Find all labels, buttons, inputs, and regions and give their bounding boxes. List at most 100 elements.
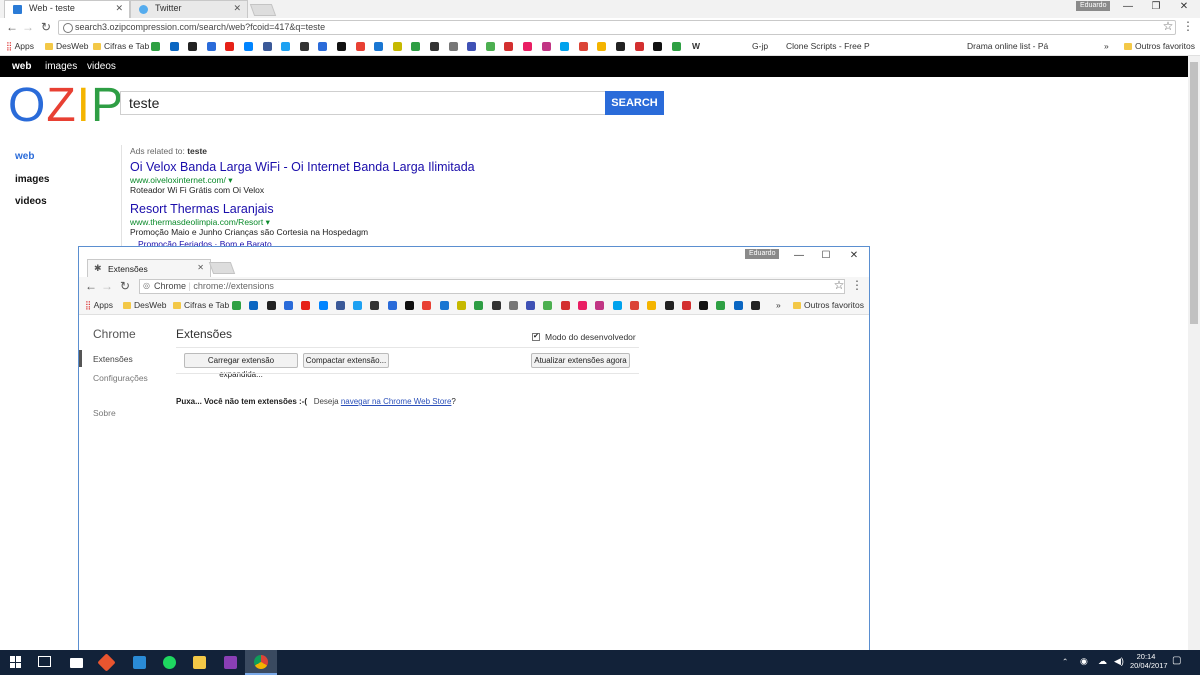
bookmark-star-icon[interactable]: ☆ [1160,19,1176,33]
profile-badge[interactable]: Eduardo [1076,1,1111,11]
load-unpacked-button[interactable]: Carregar extensão expandida... [184,353,298,379]
bookmark-favicon-icon[interactable] [225,42,235,51]
back-icon[interactable]: ← [83,279,99,293]
bookmark-favicon-icon[interactable] [508,301,518,310]
close-window-button[interactable]: ✕ [1170,1,1198,12]
bookmark-favicon-icon[interactable] [629,301,639,310]
bookmark-favicon-icon[interactable] [439,301,449,310]
bookmark-favicon-icon[interactable] [281,42,291,51]
bookmark-favicon-icon[interactable] [370,301,380,310]
bookmark-favicon-icon[interactable] [560,42,570,51]
notifications-icon[interactable]: ▢ [1172,655,1181,666]
new-tab-button[interactable] [249,4,277,16]
bookmark-favicon-icon[interactable] [392,42,402,51]
bookmark-favicon-icon[interactable] [716,301,726,310]
visual-studio-code-icon[interactable] [133,656,146,669]
chrome-menu-icon[interactable]: ⋮ [1180,19,1196,33]
info-icon[interactable] [63,23,73,33]
topnav-web[interactable]: web [12,61,31,72]
chrome-taskbar-button[interactable] [245,650,277,675]
forward-icon[interactable]: → [99,279,115,293]
close-window-button[interactable]: ✕ [840,250,868,261]
bookmark-favicon-icon[interactable] [474,301,484,310]
spotify-icon[interactable] [163,656,176,669]
page-scrollbar[interactable] [1188,56,1200,650]
network-icon[interactable]: ◉ [1080,656,1088,667]
reload-icon[interactable]: ↻ [117,279,133,293]
back-icon[interactable]: ← [4,20,20,34]
search-button[interactable]: SEARCH [605,91,664,115]
bookmark-apps[interactable]: ⣿ Apps [85,300,113,311]
bookmark-favicon-icon[interactable] [671,42,681,51]
bookmark-favicon-icon[interactable] [664,301,674,310]
sidebar-item-sobre[interactable]: Sobre [93,408,116,418]
bookmark-favicon-icon[interactable] [353,301,363,310]
profile-badge[interactable]: Eduardo [745,249,780,259]
bookmark-favicon-icon[interactable] [523,42,532,51]
bookmark-favicon-icon[interactable] [387,301,397,310]
bookmark-outros-favoritos[interactable]: Outros favoritos [1124,41,1195,51]
ad-title-link[interactable]: Oi Velox Banda Larga WiFi - Oi Internet … [130,160,475,174]
bookmark-favicon-icon[interactable] [541,42,551,51]
sidebar-item-extensoes[interactable]: Extensões [93,354,133,364]
bookmark-favicon-icon[interactable] [422,301,432,310]
tray-chevron-icon[interactable]: ⌃ [1062,657,1068,666]
sidenav-videos[interactable]: videos [15,196,47,207]
bookmark-favicon-icon[interactable] [467,42,477,51]
chrome-menu-icon[interactable]: ⋮ [849,278,865,292]
bookmark-favicon-icon[interactable] [244,42,253,51]
tab-web-teste[interactable]: Web - teste ✕ [4,0,130,18]
volume-icon[interactable]: ◀) [1114,656,1124,667]
bookmark-favicon-icon[interactable] [249,301,259,310]
maximize-button[interactable]: ☐ [812,250,840,261]
bookmark-favicon-icon[interactable] [733,301,743,310]
bookmark-favicon-icon[interactable] [301,301,311,310]
bookmark-favicon-icon[interactable] [335,301,345,310]
bookmark-favicon-icon[interactable] [616,42,625,51]
bookmark-favicon-icon[interactable] [355,42,365,51]
bookmark-star-icon[interactable]: ☆ [831,278,847,292]
bookmark-favicon-icon[interactable] [262,42,272,51]
bookmark-gjp[interactable]: G-jp [752,41,768,51]
bookmark-favicon-icon[interactable] [318,301,328,310]
minimize-button[interactable]: — [1114,1,1142,12]
dev-mode-checkbox[interactable]: ✔ [532,333,540,341]
close-tab-icon[interactable]: ✕ [233,3,241,14]
mail-icon[interactable] [70,658,83,668]
bookmark-favicon-icon[interactable] [699,301,709,310]
scrollbar-thumb[interactable] [1190,62,1198,324]
update-extensions-button[interactable]: Atualizar extensões agora [531,353,630,368]
sidenav-images[interactable]: images [15,174,49,185]
clock[interactable]: 20:14 20/04/2017 [1130,652,1168,670]
bookmark-favicon-icon[interactable] [485,42,495,51]
bookmark-favicon-icon[interactable] [634,42,644,51]
bookmark-favicon-icon[interactable] [560,301,570,310]
bookmark-favicon-icon[interactable] [411,42,421,51]
new-tab-button[interactable] [208,262,236,274]
bookmark-favicon-icon[interactable] [597,42,607,51]
bookmarks-overflow-icon[interactable]: » [776,300,781,310]
topnav-videos[interactable]: videos [87,61,116,72]
bookmark-desweb[interactable]: DesWeb [45,41,88,51]
bookmark-favicon-icon[interactable] [232,301,241,310]
chrome-web-store-link[interactable]: navegar na Chrome Web Store [341,397,452,406]
bookmark-favicon-icon[interactable] [299,42,309,51]
address-bar[interactable]: search3.ozipcompression.com/search/web?f… [58,20,1176,35]
ad-title-link[interactable]: Resort Thermas Laranjais [130,202,274,216]
close-tab-icon[interactable]: ✕ [197,263,204,272]
bookmark-favicon-icon[interactable] [456,301,466,310]
tab-twitter[interactable]: Twitter ✕ [130,0,248,18]
ozip-logo[interactable]: OZIP [8,82,124,130]
bookmarks-overflow-icon[interactable]: » [1104,41,1109,51]
bookmark-favicon-icon[interactable] [448,42,458,51]
sidenav-web[interactable]: web [15,151,34,162]
bookmark-favicon-icon[interactable] [266,301,276,310]
forward-icon[interactable]: → [20,20,36,34]
bookmark-apps[interactable]: ⣿ Apps [6,41,34,52]
bookmark-favicon-icon[interactable] [647,301,657,310]
reload-icon[interactable]: ↻ [38,20,54,34]
bookmark-desweb[interactable]: DesWeb [123,300,166,310]
bookmark-wikipedia[interactable]: W [692,41,700,51]
close-tab-icon[interactable]: ✕ [115,3,123,14]
bookmark-clone-scripts[interactable]: Clone Scripts - Free P [786,41,870,51]
